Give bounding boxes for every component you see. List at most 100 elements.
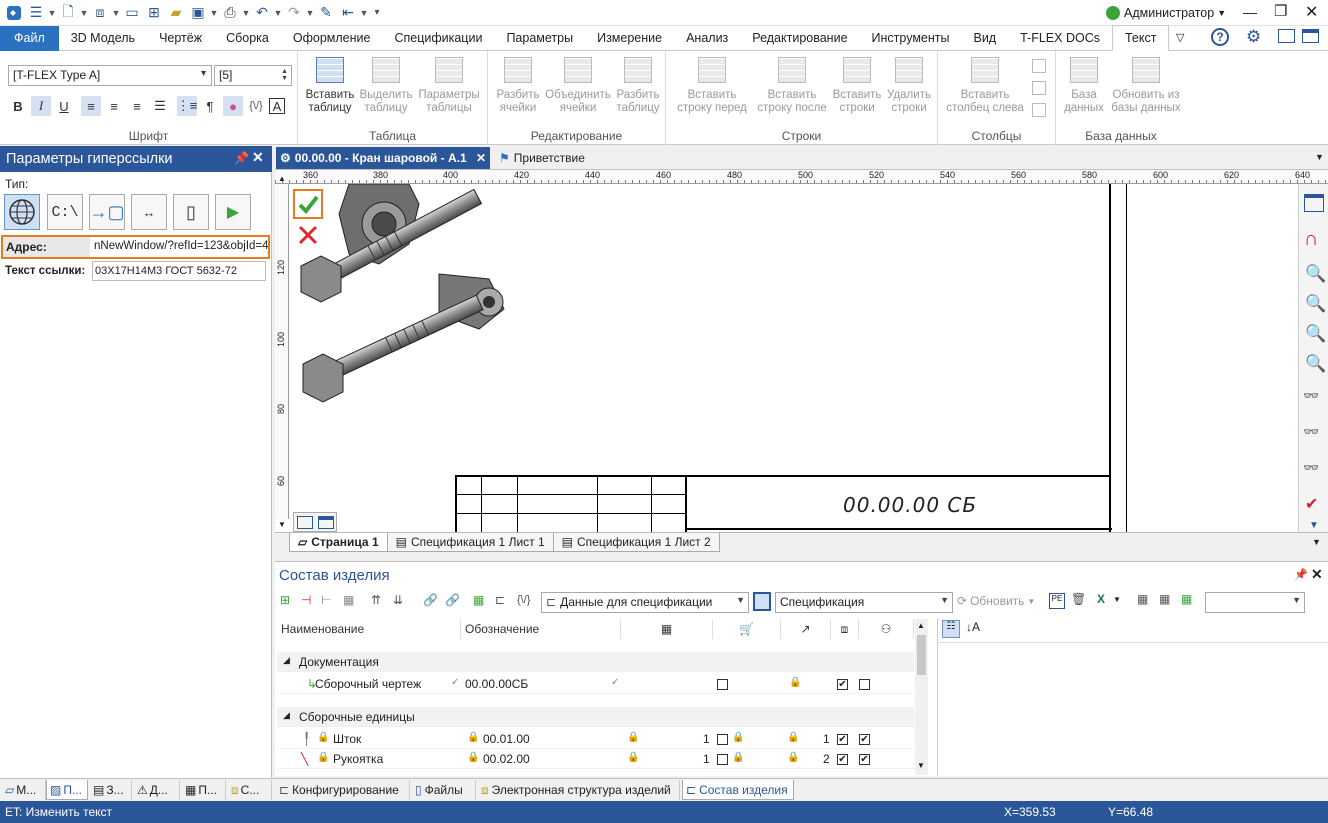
pdf-icon[interactable]: PE [1049,593,1065,609]
spec-doc-icon[interactable] [753,592,771,611]
link-type-view-icon[interactable]: ▶ [215,194,251,230]
scroll-down-icon[interactable]: ▼ [1309,520,1319,531]
table-scrollbar[interactable]: ▲ ▼ [915,619,928,775]
close-icon[interactable]: ✕ [476,151,486,165]
scroll-down-icon[interactable]: ▼ [917,761,925,770]
open-folder-icon[interactable]: ▰ [166,2,186,24]
delete-rows-button[interactable]: Удалить строки [884,57,934,115]
window-icon[interactable]: ▭ [122,2,142,24]
link-text-input[interactable]: 03Х17Н14М3 ГОСТ 5632-72 [92,261,266,281]
align-center-icon[interactable]: ≡ [104,96,124,116]
refresh-button[interactable]: ⟳ Обновить ▼ [957,594,1035,608]
tab-pages[interactable]: ▦ П... [182,780,226,800]
link-checkbox[interactable] [859,679,870,690]
insert-rows-button[interactable]: Вставить строки [832,57,882,115]
restore-icon[interactable]: ❐ [1274,2,1287,20]
tab-specifications[interactable]: Спецификации [382,26,494,51]
scroll-up-icon[interactable]: ▲ [278,174,286,183]
doc-tab-active[interactable]: ⚙ 00.00.00 - Кран шаровой - А.1 ✕ [276,147,490,169]
tab-tasks[interactable]: ▤ З... [90,780,132,800]
font-name-combo[interactable]: [T-FLEX Type A] ▼ [8,65,212,86]
box-checkbox[interactable]: ✔ [837,679,848,690]
unlink-icon[interactable]: 🔗 [445,593,460,607]
list-icon[interactable]: ⋮≡ [177,96,197,116]
customize-icon[interactable]: ▾ [370,2,384,24]
bold-button[interactable]: B [8,96,28,116]
col-small-icon[interactable] [1032,81,1046,95]
split-cells-button[interactable]: Разбить ячейки [494,57,542,115]
minimize-icon[interactable]: — [1243,4,1257,20]
snap-line-icon[interactable]: 👓 [1303,460,1319,476]
col-header-position[interactable]: ↗ [781,619,831,639]
table-green-icon[interactable]: ▦ [1181,592,1192,606]
sheet-tab-page1[interactable]: ▱ Страница 1 [289,533,388,552]
close-icon[interactable]: ✕ [252,149,264,166]
page-view-icon[interactable] [297,516,313,529]
link-type-goto-icon[interactable]: →▢ [89,194,125,230]
check-mark-icon[interactable]: ✔ [1305,494,1318,514]
add-item-icon[interactable]: ⊞ [280,593,290,607]
tab-files[interactable]: ▯ Файлы [412,780,476,800]
table-row[interactable]: ╲ 🔒 Рукоятка 🔒 00.02.00 🔒 1 🔒 🔒 2 ✔ ✔ [277,749,914,769]
underline-button[interactable]: U [54,96,74,116]
link-checkbox[interactable]: ✔ [859,754,870,765]
tab-design[interactable]: Оформление [281,26,383,51]
qty-checkbox[interactable] [717,734,728,745]
qty-checkbox[interactable] [717,754,728,765]
tab-configuration[interactable]: ⊏ Конфигурирование [276,780,410,800]
col-header-link[interactable]: ⚇ [859,619,914,639]
color-icon[interactable]: ● [223,96,243,116]
tab-electronic-structure[interactable]: ⧈ Электронная структура изделий [478,780,680,800]
qty-checkbox[interactable] [717,679,728,690]
app-logo-icon[interactable] [4,2,24,24]
tab-diagnostics[interactable]: ⚠ Д... [134,780,180,800]
script-icon[interactable]: ✎ [316,2,336,24]
sheet-tab-spec1[interactable]: ▤ Спецификация 1 Лист 1 [386,533,554,552]
tree-icon[interactable]: ⊏ [495,593,505,607]
delete-icon[interactable]: 🗑 [1071,592,1086,606]
drawing-canvas[interactable]: 360 380 400 420 440 460 480 500 520 540 … [275,170,1328,533]
new-3d-icon[interactable]: ⧈ [90,2,110,24]
panel-toggle-icon[interactable] [1278,29,1295,43]
align-right-icon[interactable]: ≡ [127,96,147,116]
merge-cells-button[interactable]: Объединить ячейки [544,57,612,115]
move-item-icon[interactable]: ⊢ [321,593,331,607]
filter-combo[interactable]: ▼ [1205,592,1305,613]
close-icon[interactable]: ✕ [1311,566,1323,583]
open-icon[interactable]: ⊞ [144,2,164,24]
link-checkbox[interactable]: ✔ [859,734,870,745]
variable-button[interactable]: {\/} [246,96,266,116]
tab-structure[interactable]: ⧈ С... [228,780,272,800]
tab-text[interactable]: Текст [1111,25,1170,51]
tab-parameters[interactable]: Параметры [494,26,585,51]
pin-icon[interactable]: 📌 [234,151,249,165]
window-mode-icon[interactable] [1302,29,1319,43]
box-checkbox[interactable]: ✔ [837,754,848,765]
page-split-icon[interactable] [318,516,334,529]
sort-down-icon[interactable]: ⇊ [393,593,403,607]
sheet-tab-spec2[interactable]: ▤ Спецификация 1 Лист 2 [552,533,720,552]
sort-up-icon[interactable]: ⇈ [371,593,381,607]
insert-col-left-button[interactable]: Вставить столбец слева [944,57,1026,115]
new-document-icon[interactable]: 🗋 [58,2,78,24]
scroll-down-icon[interactable]: ▼ [1312,537,1321,547]
insert-item-icon[interactable]: ⊣ [301,593,311,607]
col-small-icon[interactable] [1032,103,1046,117]
database-button[interactable]: База данных [1062,57,1106,115]
scroll-up-icon[interactable]: ▲ [917,621,925,630]
link-icon[interactable]: 🔗 [423,593,438,607]
menu-icon[interactable]: ☰ [26,2,46,24]
redo-icon[interactable]: ↷ [284,2,304,24]
step-back-icon[interactable]: ⇤ [338,2,358,24]
group-row[interactable]: ◢ Документация [277,652,914,672]
align-left-icon[interactable]: ≡ [81,96,101,116]
zoom-window-icon[interactable]: 🔍 [1305,324,1326,344]
scrollbar-thumb[interactable] [917,635,926,675]
col-header-box[interactable]: ⧈ [831,619,859,639]
font-size-combo[interactable]: [5] ▲ ▼ [214,65,292,86]
user-account[interactable]: Администратор ▼ [1106,4,1226,22]
group-row[interactable]: ◢ Сборочные единицы [277,707,914,727]
tab-assembly[interactable]: Сборка [214,26,281,51]
snap-angle-icon[interactable]: 👓 [1303,424,1319,440]
data-source-combo[interactable]: ⊏ Данные для спецификации ▼ [541,592,749,613]
